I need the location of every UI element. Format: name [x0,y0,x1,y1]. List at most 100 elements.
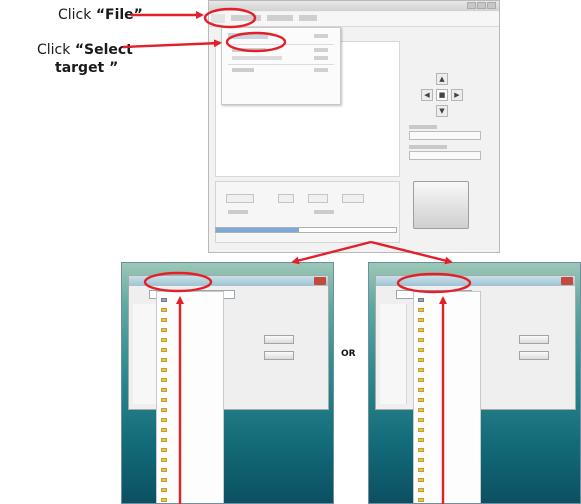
tree-row[interactable] [418,376,424,383]
window-titlebar [209,1,499,11]
folder-icon [418,497,424,502]
main-app-window: ▲ ◀ ■ ▶ ▼ [208,0,500,253]
tree-row[interactable] [161,346,167,353]
tree-row[interactable] [161,336,167,343]
shortcut-4 [314,68,328,72]
tree-row[interactable] [161,486,167,493]
menu-file[interactable] [211,14,225,23]
tree-row[interactable] [418,416,424,423]
arrow-left-icon[interactable]: ◀ [421,89,433,101]
side-field-1[interactable] [409,131,481,140]
side-field-2[interactable] [409,151,481,160]
tree-row[interactable] [418,296,424,303]
folder-icon [418,307,424,312]
tree-row[interactable] [418,436,424,443]
tree-row[interactable] [161,406,167,413]
tree-row[interactable] [161,386,167,393]
tree-row[interactable] [161,296,167,303]
folder-icon [418,467,424,472]
arrow-down-icon[interactable]: ▼ [436,105,448,117]
dialog-ok-button[interactable] [264,335,294,344]
folder-icon [161,447,167,452]
menu-item-3[interactable] [267,15,293,21]
dialog-cancel-button[interactable] [264,351,294,360]
panel-button-2[interactable] [278,194,294,203]
panel-label-1 [228,210,248,214]
tree-row[interactable] [418,446,424,453]
folder-icon [418,437,424,442]
folder-icon [161,377,167,382]
minimize-icon[interactable] [467,2,476,9]
folder-tree[interactable] [413,291,481,503]
dialog-ok-button[interactable] [519,335,549,344]
panel-label-2 [314,210,334,214]
menu-item-2[interactable] [231,15,261,21]
tree-row[interactable] [161,356,167,363]
tree-row[interactable] [418,396,424,403]
start-button[interactable] [413,181,469,229]
dialog-cancel-button[interactable] [519,351,549,360]
tree-row[interactable] [161,456,167,463]
tree-row[interactable] [161,496,167,503]
folder-icon [161,337,167,342]
folder-icon [418,327,424,332]
folder-icon [161,487,167,492]
tree-row[interactable] [161,446,167,453]
tree-row[interactable] [161,466,167,473]
tree-row[interactable] [161,476,167,483]
tree-row[interactable] [418,456,424,463]
menu-option-3[interactable] [232,56,282,60]
tree-row[interactable] [418,336,424,343]
tree-row[interactable] [418,486,424,493]
tree-row[interactable] [418,426,424,433]
menu-option-2[interactable] [232,48,266,52]
arrow-up-icon[interactable]: ▲ [436,73,448,85]
menu-option-exit[interactable] [232,68,254,72]
progress-bar [215,227,397,233]
center-button[interactable]: ■ [436,89,448,101]
tree-row[interactable] [418,476,424,483]
callout-click-file-prefix: Click [58,7,96,23]
tree-row[interactable] [418,356,424,363]
panel-button-4[interactable] [342,194,364,203]
folder-icon [418,427,424,432]
browse-dialog-left [121,262,334,504]
close-icon[interactable] [561,277,573,285]
tree-row[interactable] [161,436,167,443]
menu-option-select-target[interactable] [228,33,268,39]
tree-row[interactable] [161,366,167,373]
folder-tree[interactable] [156,291,224,503]
tree-row[interactable] [418,466,424,473]
tree-row[interactable] [418,306,424,313]
tree-row[interactable] [161,376,167,383]
folder-icon [418,477,424,482]
shortcut-1 [314,34,328,38]
tree-row[interactable] [418,406,424,413]
menu-item-4[interactable] [299,15,317,21]
close-icon[interactable] [487,2,496,9]
window-controls [467,2,496,9]
panel-button-3[interactable] [308,194,328,203]
tree-row[interactable] [161,316,167,323]
callout-click-select-target-line2: target ” [55,59,118,77]
close-icon[interactable] [314,277,326,285]
tree-row[interactable] [418,386,424,393]
tree-row[interactable] [418,346,424,353]
tree-row[interactable] [161,326,167,333]
tree-row[interactable] [418,316,424,323]
dialog-nav-buttons[interactable] [492,290,554,299]
panel-button-1[interactable] [226,194,254,203]
tree-row[interactable] [161,416,167,423]
tree-row[interactable] [418,326,424,333]
tree-row[interactable] [161,426,167,433]
tree-row[interactable] [161,396,167,403]
drive-icon [161,297,167,302]
dialog-nav-buttons[interactable] [245,290,307,299]
folder-icon [418,407,424,412]
callout-click-select-target: Click “Select [37,41,133,59]
tree-row[interactable] [161,306,167,313]
maximize-icon[interactable] [477,2,486,9]
tree-row[interactable] [418,366,424,373]
arrow-right-icon[interactable]: ▶ [451,89,463,101]
tree-row[interactable] [418,496,424,503]
